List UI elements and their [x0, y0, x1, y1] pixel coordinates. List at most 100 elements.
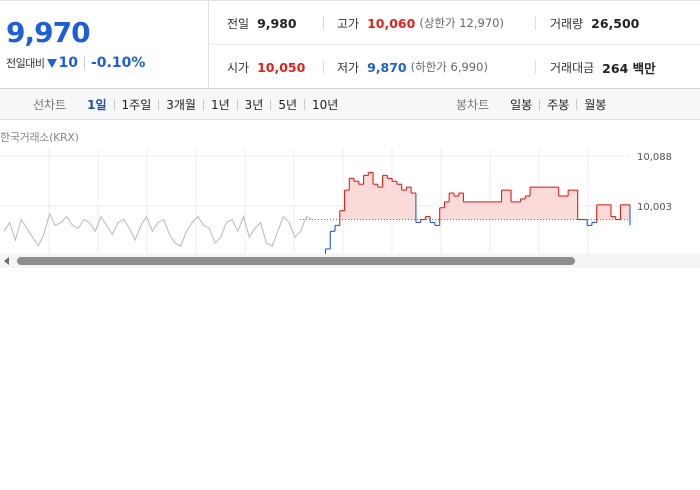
volume-value: 26,500: [591, 15, 640, 31]
up-area-segment: [449, 193, 455, 220]
up-area-segment: [468, 201, 474, 220]
up-area-segment: [482, 201, 488, 220]
up-area-segment: [463, 201, 469, 220]
tab-1year[interactable]: 1년: [204, 96, 237, 113]
up-area-segment: [473, 201, 479, 220]
up-area-segment: [487, 201, 493, 220]
quote-row-2: 시가 10,050 저가 9,870 (하한가 6,990) 거래대금 264 …: [210, 45, 700, 89]
open-label: 시가: [227, 60, 250, 75]
prev-close-cell: 전일 9,980: [227, 1, 297, 45]
divider: [83, 56, 85, 70]
line-chart-title: 선차트: [33, 98, 67, 112]
line-chart-tabs: 선차트 1일 1주일 3개월 1년 3년 5년 10년: [33, 89, 345, 120]
up-area-segment: [558, 196, 564, 220]
down-triangle-icon: [47, 58, 58, 68]
up-area-segment: [339, 210, 345, 220]
up-area-segment: [382, 175, 388, 220]
up-area-segment: [444, 201, 450, 220]
up-area-segment: [620, 204, 626, 220]
chart-scrollbar[interactable]: [0, 254, 700, 268]
up-area-segment: [601, 204, 607, 220]
prev-day-series: [3, 212, 313, 248]
up-area-fill: [339, 172, 631, 220]
low-cell: 저가 9,870 (하한가 6,990): [337, 45, 488, 89]
up-area-segment: [387, 178, 393, 220]
volume-cell: 거래량 26,500: [550, 1, 639, 45]
divider: [323, 16, 324, 30]
change-rate: -0.10%: [90, 55, 146, 71]
current-price-panel: 9,970 전일대비 10 -0.10%: [0, 1, 209, 89]
high-cell: 고가 10,060 (상한가 12,970): [337, 1, 504, 45]
tab-10year[interactable]: 10년: [305, 96, 345, 113]
up-area-segment: [520, 198, 526, 220]
up-area-segment: [539, 187, 545, 220]
tab-daily-candle[interactable]: 일봉: [503, 96, 539, 113]
high-value: 10,060: [367, 15, 416, 31]
quote-detail-grid: 전일 9,980 고가 10,060 (상한가 12,970) 거래량 26,5…: [210, 1, 700, 89]
divider: [535, 60, 536, 74]
up-area-segment: [511, 201, 517, 220]
up-area-segment: [534, 187, 540, 220]
up-area-segment: [501, 190, 507, 220]
tab-1day[interactable]: 1일: [80, 96, 113, 113]
change-value: 10: [58, 55, 78, 71]
prev-close-value: 9,980: [257, 15, 297, 31]
up-area-segment: [492, 201, 498, 220]
up-area-segment: [344, 190, 350, 220]
up-area-segment: [477, 201, 483, 220]
prev-day-line: [3, 212, 313, 248]
quote-summary: 9,970 전일대비 10 -0.10% 전일 9,980 고가 10,060 …: [0, 0, 700, 89]
scrollbar-thumb[interactable]: [17, 257, 575, 265]
tab-3year[interactable]: 3년: [238, 96, 271, 113]
up-area-segment: [596, 204, 602, 220]
up-area-segment: [530, 187, 536, 220]
trade-amount-cell: 거래대금 264 백만: [550, 45, 656, 89]
y-tick-label: 10,003: [637, 202, 672, 213]
prev-close-label: 전일: [227, 16, 250, 31]
tab-weekly-candle[interactable]: 주봉: [540, 96, 576, 113]
divider: [535, 16, 536, 30]
open-value: 10,050: [257, 59, 306, 75]
up-area-segment: [358, 184, 364, 220]
intraday-price-chart: 10,088 10,003: [0, 148, 700, 254]
up-area-segment: [525, 196, 531, 220]
tab-monthly-candle[interactable]: 월봉: [577, 96, 613, 113]
up-area-segment: [544, 187, 550, 220]
trade-amount-value: 264 백만: [602, 60, 656, 76]
low-value: 9,870: [367, 59, 407, 75]
scroll-left-arrow-icon[interactable]: [4, 257, 9, 265]
lower-limit: (하한가 6,990): [410, 60, 488, 74]
up-area-segment: [377, 187, 383, 220]
up-area-segment: [401, 190, 407, 220]
tab-5year[interactable]: 5년: [271, 96, 304, 113]
open-cell: 시가 10,050: [227, 45, 305, 89]
change-label: 전일대비: [6, 57, 45, 70]
y-axis-labels: 10,088 10,003: [637, 152, 672, 213]
up-area-segment: [496, 201, 502, 220]
change-row: 전일대비 10 -0.10%: [6, 55, 145, 71]
tab-3month[interactable]: 3개월: [159, 96, 203, 113]
quote-row-1: 전일 9,980 고가 10,060 (상한가 12,970) 거래량 26,5…: [210, 1, 700, 45]
up-area-segment: [349, 178, 355, 220]
up-area-segment: [515, 201, 521, 220]
up-area-segment: [563, 196, 569, 220]
data-source: 한국거래소(KRX): [0, 131, 79, 144]
candle-chart-tabs: 봉차트 일봉 주봉 월봉: [456, 89, 613, 120]
up-area-segment: [363, 175, 369, 220]
up-area-segment: [392, 181, 398, 220]
up-area-segment: [354, 181, 360, 220]
up-area-segment: [439, 207, 445, 220]
candle-chart-title: 봉차트: [456, 98, 490, 112]
volume-label: 거래량: [550, 16, 584, 31]
divider: [323, 60, 324, 74]
chart-svg: 10,088 10,003: [0, 148, 672, 254]
chart-period-tabbar: 선차트 1일 1주일 3개월 1년 3년 5년 10년 봉차트 일봉 주봉 월봉: [0, 89, 700, 120]
y-tick-label: 10,088: [637, 152, 672, 163]
tab-1week[interactable]: 1주일: [115, 96, 159, 113]
low-label: 저가: [337, 60, 360, 75]
up-area-segment: [453, 196, 460, 220]
trade-amount-label: 거래대금: [550, 60, 595, 75]
current-price: 9,970: [6, 16, 91, 49]
upper-limit: (상한가 12,970): [419, 16, 504, 30]
up-area-segment: [549, 187, 555, 220]
